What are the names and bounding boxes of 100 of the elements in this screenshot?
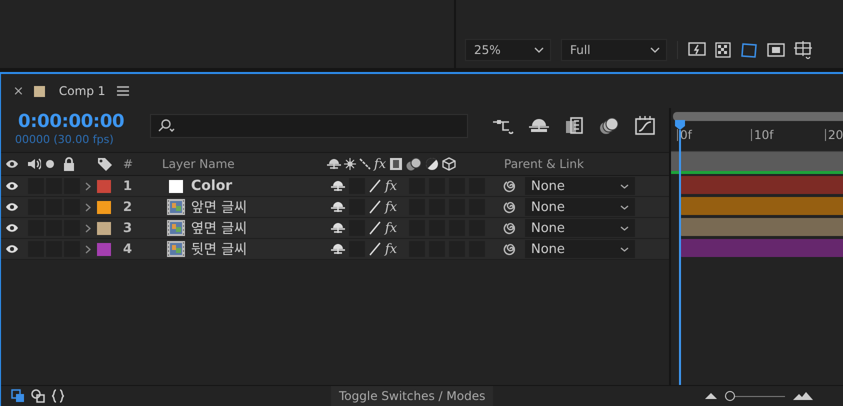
parent-dropdown[interactable]: None [525, 219, 635, 237]
braces-icon[interactable] [51, 389, 65, 403]
resolution-dropdown[interactable]: Full [561, 39, 667, 61]
shy-icon[interactable] [331, 243, 345, 255]
footage-icon [167, 199, 185, 215]
solo-icon [45, 159, 55, 169]
close-tab-button[interactable]: × [13, 84, 24, 98]
effects-column-header: fx [374, 156, 386, 172]
lock-icon [63, 157, 75, 171]
zoom-slider-thumb[interactable] [725, 391, 735, 401]
expand-icon[interactable] [85, 182, 91, 190]
adjustment-layer-icon [425, 157, 440, 171]
quality-icon[interactable] [369, 221, 381, 235]
effects-toggle[interactable]: fx [385, 178, 398, 194]
zoom-out-icon[interactable] [705, 392, 717, 400]
composition-icon [34, 86, 45, 96]
region-of-interest-icon[interactable] [767, 42, 785, 58]
layer-row[interactable]: 4 뒷면 글씨 fx None [1, 239, 669, 260]
shy-icon[interactable] [331, 222, 345, 234]
solid-icon [169, 180, 183, 192]
shy-layers-icon[interactable] [528, 118, 550, 134]
transparency-grid-icon[interactable] [715, 42, 731, 58]
composition-tab[interactable]: Comp 1 [58, 84, 106, 98]
spiral-icon[interactable] [503, 242, 517, 256]
layer-row[interactable]: 2 앞면 글씨 fx None [1, 197, 669, 218]
sun-icon [344, 158, 356, 170]
layer-duration-bar[interactable] [679, 196, 843, 214]
tag-icon [97, 157, 113, 171]
motion-blur-icon[interactable] [598, 117, 620, 135]
chevron-down-icon [620, 204, 629, 210]
chevron-down-icon [620, 226, 629, 230]
flowchart-icon[interactable] [492, 118, 514, 134]
search-icon[interactable] [157, 119, 175, 133]
chevron-down-icon [620, 246, 629, 252]
layer-number: 2 [123, 200, 132, 214]
effects-toggle[interactable]: fx [385, 200, 398, 214]
eye-icon [5, 159, 19, 169]
label-color[interactable] [97, 200, 111, 214]
graph-editor-icon[interactable] [634, 116, 656, 136]
frame-blending-icon[interactable] [564, 117, 584, 135]
expand-icon[interactable] [85, 202, 91, 212]
fast-preview-icon[interactable] [688, 42, 706, 58]
quality-icon[interactable] [369, 200, 381, 214]
layer-duration-bar[interactable] [679, 218, 843, 236]
grid-guides-icon[interactable] [794, 41, 812, 59]
quality-icon [359, 158, 371, 170]
overlap-icon[interactable] [31, 389, 45, 403]
quality-icon[interactable] [369, 179, 381, 193]
shy-icon[interactable] [331, 180, 345, 192]
motion-blur-icon [406, 157, 422, 171]
cube-icon [442, 157, 456, 171]
eye-icon[interactable] [5, 223, 19, 233]
effects-toggle[interactable]: fx [385, 220, 398, 236]
spiral-icon[interactable] [503, 221, 517, 235]
parent-dropdown[interactable]: None [525, 198, 635, 216]
expand-icon[interactable] [85, 244, 91, 254]
zoom-in-icon[interactable] [793, 391, 813, 401]
eye-icon[interactable] [5, 181, 19, 191]
timecode[interactable]: 0:00:00:00 [18, 111, 150, 133]
label-color[interactable] [97, 242, 111, 256]
mask-path-icon[interactable] [740, 42, 758, 58]
shy-icon[interactable] [331, 201, 345, 213]
search-field[interactable] [150, 114, 468, 138]
film-icon [389, 157, 404, 171]
parent-link-column-header[interactable]: Parent & Link [504, 157, 667, 171]
quality-icon[interactable] [369, 242, 381, 256]
layer-number: 1 [123, 178, 132, 194]
layer-number: 3 [123, 220, 132, 236]
footage-icon [167, 220, 185, 236]
ruler-label: 20 [825, 129, 843, 141]
layer-name[interactable]: 앞면 글씨 [191, 197, 247, 217]
layer-row[interactable]: 1 Color fx None [1, 176, 669, 197]
chevron-down-icon [534, 47, 544, 53]
spiral-icon[interactable] [503, 200, 517, 214]
speaker-icon [27, 157, 41, 171]
spiral-icon[interactable] [503, 179, 517, 193]
chevron-down-icon [620, 184, 629, 188]
parent-dropdown[interactable]: None [525, 177, 635, 195]
frame-info: 00000 (30.00 fps) [15, 133, 115, 146]
layer-name[interactable]: 뒷면 글씨 [191, 239, 247, 259]
layer-row[interactable]: 3 옆면 글씨 fx None [1, 218, 669, 239]
label-color[interactable] [97, 222, 111, 234]
layer-name-column-header[interactable]: Layer Name [162, 157, 327, 171]
layer-name[interactable]: Color [191, 178, 232, 194]
eye-icon[interactable] [5, 202, 19, 212]
parent-dropdown[interactable]: None [525, 240, 635, 258]
ruler-label: 10f [751, 129, 774, 141]
toggle-switches-modes-button[interactable]: Toggle Switches / Modes [331, 386, 494, 406]
shy-icon [327, 158, 341, 170]
menu-icon[interactable] [117, 86, 130, 96]
chevron-down-icon [650, 47, 660, 53]
eye-icon[interactable] [5, 244, 19, 254]
label-color[interactable] [97, 180, 111, 192]
number-column-header[interactable]: # [123, 157, 134, 171]
layer-name[interactable]: 옆면 글씨 [191, 218, 247, 238]
layer-number: 4 [123, 242, 132, 256]
zoom-dropdown[interactable]: 25% [465, 39, 551, 61]
expand-icon[interactable] [85, 224, 91, 232]
layers-icon[interactable] [11, 389, 25, 403]
effects-toggle[interactable]: fx [385, 242, 398, 256]
